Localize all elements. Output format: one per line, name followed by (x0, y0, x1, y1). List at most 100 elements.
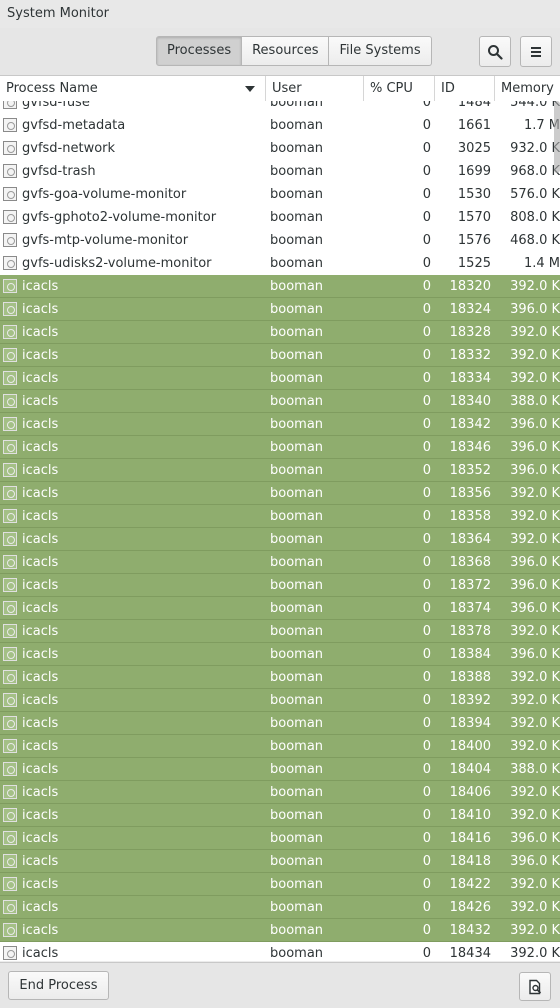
process-row[interactable]: icacls booman 0 18334 392.0 K (0, 367, 560, 390)
process-user-cell: booman (270, 325, 324, 340)
process-memory-cell: 808.0 K (510, 210, 560, 225)
process-row[interactable]: icacls booman 0 18394 392.0 K (0, 712, 560, 735)
search-button[interactable] (479, 36, 511, 67)
process-user-cell: booman (270, 118, 324, 133)
process-id-cell: 18368 (449, 555, 491, 570)
process-icon (3, 394, 17, 408)
process-user-cell: booman (270, 101, 324, 110)
process-row[interactable]: icacls booman 0 18410 392.0 K (0, 804, 560, 827)
process-cpu-cell: 0 (422, 118, 431, 133)
process-id-cell: 18342 (449, 417, 491, 432)
column-header-user[interactable]: User (266, 76, 364, 101)
properties-button[interactable] (519, 972, 551, 1001)
process-cpu-cell: 0 (422, 624, 431, 639)
process-row[interactable]: icacls booman 0 18406 392.0 K (0, 781, 560, 804)
menu-button[interactable] (520, 36, 552, 67)
process-memory-cell: 392.0 K (510, 371, 560, 386)
process-row[interactable]: icacls booman 0 18426 392.0 K (0, 896, 560, 919)
process-row[interactable]: icacls booman 0 18422 392.0 K (0, 873, 560, 896)
process-cpu-cell: 0 (422, 210, 431, 225)
process-row[interactable]: gvfs-udisks2-volume-monitor booman 0 1525 1.… (0, 252, 560, 275)
process-id-cell: 18400 (449, 739, 491, 754)
process-row[interactable]: icacls booman 0 18364 392.0 K (0, 528, 560, 551)
process-user-cell: booman (270, 578, 324, 593)
process-name-cell: icacls (22, 532, 59, 547)
process-row[interactable]: icacls booman 0 18328 392.0 K (0, 321, 560, 344)
process-icon (3, 371, 17, 385)
process-row[interactable]: icacls booman 0 18372 396.0 K (0, 574, 560, 597)
process-user-cell: booman (270, 785, 324, 800)
process-row[interactable]: icacls booman 0 18358 392.0 K (0, 505, 560, 528)
process-memory-cell: 968.0 K (510, 164, 560, 179)
process-cpu-cell: 0 (422, 463, 431, 478)
process-row[interactable]: icacls booman 0 18342 396.0 K (0, 413, 560, 436)
process-row[interactable]: gvfs-goa-volume-monitor booman 0 1530 576.0 … (0, 183, 560, 206)
process-name-cell: icacls (22, 486, 59, 501)
process-row[interactable]: icacls booman 0 18320 392.0 K (0, 275, 560, 298)
process-user-cell: booman (270, 164, 324, 179)
process-row[interactable]: icacls booman 0 18416 396.0 K (0, 827, 560, 850)
process-id-cell: 18434 (449, 946, 491, 961)
process-row[interactable]: icacls booman 0 18432 392.0 K (0, 919, 560, 942)
process-row[interactable]: icacls booman 0 18340 388.0 K (0, 390, 560, 413)
process-icon (3, 210, 17, 224)
process-memory-cell: 392.0 K (510, 624, 560, 639)
process-row[interactable]: gvfsd-fuse booman 0 1484 544.0 K (0, 101, 560, 114)
tab-file-systems[interactable]: File Systems (329, 36, 432, 66)
process-row[interactable]: gvfs-mtp-volume-monitor booman 0 1576 468.0 … (0, 229, 560, 252)
process-id-cell: 18352 (449, 463, 491, 478)
process-row[interactable]: icacls booman 0 18352 396.0 K (0, 459, 560, 482)
process-row[interactable]: icacls booman 0 18400 392.0 K (0, 735, 560, 758)
column-header-cpu[interactable]: % CPU (364, 76, 435, 101)
process-row[interactable]: icacls booman 0 18392 392.0 K (0, 689, 560, 712)
process-row[interactable]: icacls booman 0 18346 396.0 K (0, 436, 560, 459)
process-id-cell: 18364 (449, 532, 491, 547)
process-user-cell: booman (270, 854, 324, 869)
process-user-cell: booman (270, 716, 324, 731)
process-name-cell: gvfs-goa-volume-monitor (22, 187, 187, 202)
process-memory-cell: 392.0 K (510, 509, 560, 524)
column-header-id[interactable]: ID (435, 76, 495, 101)
process-user-cell: booman (270, 739, 324, 754)
process-row[interactable]: gvfs-gphoto2-volume-monitor booman 0 1570 80… (0, 206, 560, 229)
process-user-cell: booman (270, 946, 324, 961)
process-user-cell: booman (270, 693, 324, 708)
tab-resources[interactable]: Resources (242, 36, 330, 66)
process-row[interactable]: icacls booman 0 18332 392.0 K (0, 344, 560, 367)
process-id-cell: 18324 (449, 302, 491, 317)
process-cpu-cell: 0 (422, 348, 431, 363)
process-memory-cell: 392.0 K (510, 348, 560, 363)
process-id-cell: 18416 (449, 831, 491, 846)
process-icon (3, 785, 17, 799)
process-memory-cell: 396.0 K (510, 601, 560, 616)
process-name-cell: icacls (22, 716, 59, 731)
process-row[interactable]: icacls booman 0 18324 396.0 K (0, 298, 560, 321)
process-row[interactable]: gvfsd-network booman 0 3025 932.0 K (0, 137, 560, 160)
process-icon (3, 256, 17, 270)
process-name-cell: gvfsd-fuse (22, 101, 90, 110)
process-row[interactable]: icacls booman 0 18368 396.0 K (0, 551, 560, 574)
process-id-cell: 1576 (457, 233, 491, 248)
process-row[interactable]: icacls booman 0 18434 392.0 K (0, 942, 560, 961)
process-row[interactable]: gvfsd-metadata booman 0 1661 1.7 M (0, 114, 560, 137)
vertical-scrollbar[interactable] (554, 101, 560, 173)
process-row[interactable]: gvfsd-trash booman 0 1699 968.0 K (0, 160, 560, 183)
process-name-cell: icacls (22, 325, 59, 340)
process-row[interactable]: icacls booman 0 18404 388.0 K (0, 758, 560, 781)
process-row[interactable]: icacls booman 0 18378 392.0 K (0, 620, 560, 643)
process-row[interactable]: icacls booman 0 18374 396.0 K (0, 597, 560, 620)
process-row[interactable]: icacls booman 0 18356 392.0 K (0, 482, 560, 505)
column-header-process-name[interactable]: Process Name (0, 76, 266, 101)
process-list[interactable]: gvfsd-fuse booman 0 1484 544.0 K gvfsd-metada… (0, 101, 560, 961)
process-memory-cell: 396.0 K (510, 647, 560, 662)
process-cpu-cell: 0 (422, 417, 431, 432)
column-header-memory[interactable]: Memory (495, 76, 560, 101)
process-row[interactable]: icacls booman 0 18384 396.0 K (0, 643, 560, 666)
tab-processes[interactable]: Processes (156, 36, 243, 66)
end-process-button[interactable]: End Process (8, 971, 109, 1000)
process-user-cell: booman (270, 808, 324, 823)
process-cpu-cell: 0 (422, 578, 431, 593)
process-row[interactable]: icacls booman 0 18388 392.0 K (0, 666, 560, 689)
process-row[interactable]: icacls booman 0 18418 396.0 K (0, 850, 560, 873)
process-user-cell: booman (270, 486, 324, 501)
